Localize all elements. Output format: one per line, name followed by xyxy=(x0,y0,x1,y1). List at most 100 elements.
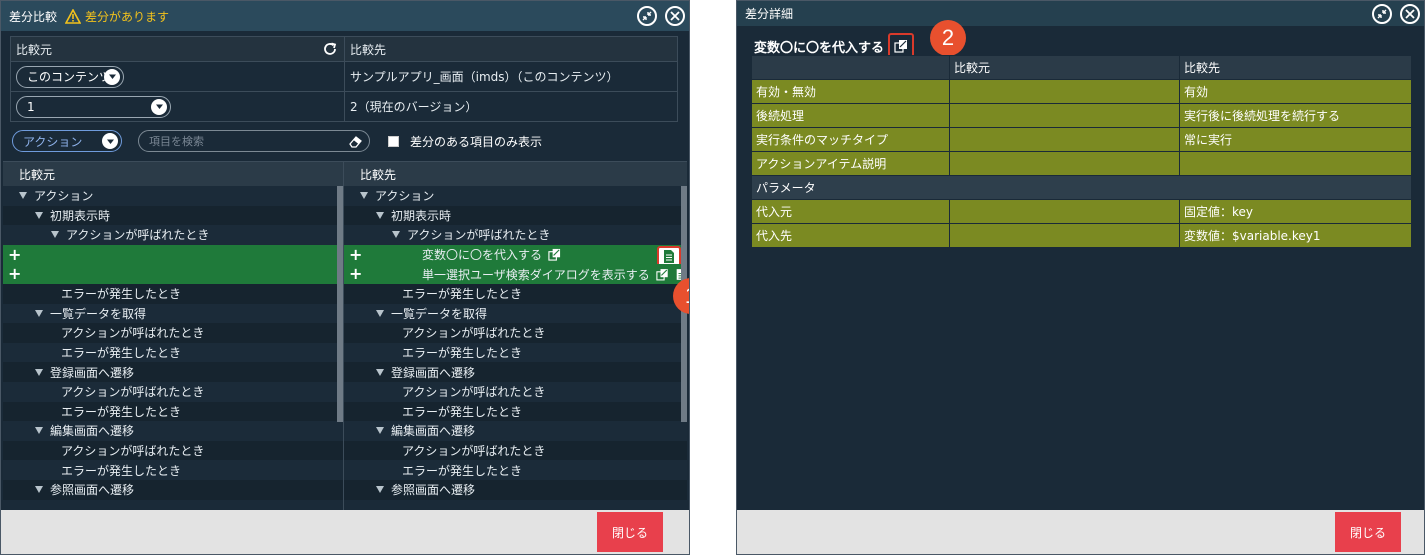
warning-text: 差分があります xyxy=(85,9,170,24)
tree-row[interactable]: アクションが呼ばれたとき xyxy=(344,225,687,245)
tree-row-label: アクションが呼ばれたとき xyxy=(402,326,546,341)
tree-row-label: エラーが発生したとき xyxy=(402,404,523,419)
search-input[interactable]: 項目を検索 xyxy=(138,130,370,152)
expand-triangle-icon[interactable] xyxy=(376,427,384,435)
detail-cell-name: 有効・無効 xyxy=(751,79,950,104)
close-button[interactable]: 閉じる xyxy=(1335,512,1401,552)
tree-row-label: エラーが発生したとき xyxy=(61,287,182,302)
detail-cell-name: 代入先 xyxy=(751,223,950,248)
plus-icon: + xyxy=(8,244,22,264)
tree-row[interactable]: アクションが呼ばれたとき xyxy=(3,381,343,402)
tree-row[interactable]: + xyxy=(3,264,343,284)
expand-triangle-icon[interactable] xyxy=(376,368,384,376)
diff-detail-window: 差分詳細 変数〇に〇を代入する 2 比較元 比較先 有効・無効 有効 後続処理 実行後… xyxy=(736,0,1425,555)
tree-row-label: エラーが発生したとき xyxy=(61,463,182,478)
tree-row[interactable]: + xyxy=(3,244,343,265)
diff-compare-window: 差分比較 差分があります 比較元 比較先 このコンテンツ サンプルアプリ_画面（… xyxy=(0,0,690,555)
detail-row: 有効・無効 有効 xyxy=(751,79,1412,104)
tree-row-label: アクションが呼ばれたとき xyxy=(402,385,546,400)
expand-triangle-icon[interactable] xyxy=(51,231,59,239)
expand-triangle-icon[interactable] xyxy=(19,192,27,200)
tree-row[interactable]: 一覧データを取得 xyxy=(344,303,687,324)
tree-row[interactable]: エラーが発生したとき xyxy=(3,283,343,304)
footer: 閉じる xyxy=(737,510,1424,554)
target-header: 比較先 xyxy=(350,42,387,57)
expand-triangle-icon[interactable] xyxy=(35,427,43,435)
warning-icon xyxy=(65,8,82,24)
tree-row[interactable]: + 単一選択ユーザ検索ダイアログを表示する xyxy=(344,264,687,284)
scrollbar[interactable] xyxy=(337,186,343,422)
tree-row[interactable]: エラーが発生したとき xyxy=(344,460,687,480)
detail-cell-source xyxy=(949,223,1180,248)
tree-row-label: 一覧データを取得 xyxy=(50,306,147,321)
plus-icon: + xyxy=(349,264,363,284)
tree-row[interactable]: 編集画面へ遷移 xyxy=(344,421,687,441)
tree-row[interactable]: エラーが発生したとき xyxy=(3,342,343,363)
tree-row[interactable]: 初期表示時 xyxy=(3,205,343,226)
diff-only-checkbox[interactable] xyxy=(388,135,399,147)
tree-row[interactable]: 初期表示時 xyxy=(344,205,687,226)
tree-row[interactable]: アクションが呼ばれたとき xyxy=(3,323,343,343)
col-name xyxy=(751,55,950,80)
tree-row[interactable]: アクションが呼ばれたとき xyxy=(3,440,343,461)
group-label: パラメータ xyxy=(751,175,1412,200)
detail-cell-name: 代入元 xyxy=(751,199,950,224)
close-icon[interactable] xyxy=(1400,4,1420,24)
tree-row[interactable]: 登録画面へ遷移 xyxy=(344,362,687,382)
tree-row[interactable]: エラーが発生したとき xyxy=(344,342,687,363)
close-button[interactable]: 閉じる xyxy=(597,512,663,552)
source-pane-header: 比較元 xyxy=(3,162,343,186)
col-source: 比較元 xyxy=(949,55,1180,80)
tree-row[interactable]: 参照画面へ遷移 xyxy=(3,479,343,500)
tree-row[interactable]: 一覧データを取得 xyxy=(3,303,343,324)
tree-row-label: エラーが発生したとき xyxy=(61,346,182,361)
expand-triangle-icon[interactable] xyxy=(35,486,43,494)
tree-row-label: 編集画面へ遷移 xyxy=(50,424,135,439)
chevron-down-icon xyxy=(104,68,120,85)
expand-triangle-icon[interactable] xyxy=(376,309,384,317)
tree-row[interactable]: エラーが発生したとき xyxy=(344,283,687,304)
tree-row[interactable]: 参照画面へ遷移 xyxy=(344,479,687,500)
item-type-select[interactable]: アクション xyxy=(12,130,122,152)
chevron-down-icon xyxy=(151,98,167,115)
footer: 閉じる xyxy=(1,510,689,554)
tree-row[interactable]: エラーが発生したとき xyxy=(3,460,343,480)
tree-row-label: 単一選択ユーザ検索ダイアログを表示する xyxy=(422,267,650,282)
expand-triangle-icon[interactable] xyxy=(360,192,368,200)
expand-triangle-icon[interactable] xyxy=(376,211,384,219)
detail-cell-source xyxy=(949,103,1180,128)
tree-row[interactable]: アクションが呼ばれたとき xyxy=(344,381,687,402)
diff-detail-table: 比較元 比較先 有効・無効 有効 後続処理 実行後に後続処理を続行する 実行条件のマッチ… xyxy=(751,55,1412,248)
tree-row-label: 初期表示時 xyxy=(391,208,452,223)
expand-triangle-icon[interactable] xyxy=(392,231,400,239)
detail-cell-source xyxy=(949,79,1180,104)
open-item-icon[interactable] xyxy=(548,248,561,261)
tree-row-label: アクションが呼ばれたとき xyxy=(61,385,205,400)
open-item-icon[interactable] xyxy=(656,268,669,281)
expand-triangle-icon[interactable] xyxy=(35,368,43,376)
tree-row-label: 編集画面へ遷移 xyxy=(391,424,476,439)
source-version-select[interactable]: 1 xyxy=(16,95,171,118)
source-content-select[interactable]: このコンテンツ xyxy=(16,65,124,88)
tree-row[interactable]: アクションが呼ばれたとき xyxy=(3,225,343,245)
tree-row-label: エラーが発生したとき xyxy=(61,404,182,419)
tree-row[interactable]: アクション xyxy=(344,186,687,206)
eraser-icon[interactable] xyxy=(348,134,363,149)
chevron-down-icon xyxy=(102,133,118,149)
tree-row[interactable]: エラーが発生したとき xyxy=(344,401,687,422)
detail-cell-name: 実行条件のマッチタイプ xyxy=(751,127,950,152)
tree-row[interactable]: エラーが発生したとき xyxy=(3,401,343,422)
tree-row[interactable]: アクション xyxy=(3,186,343,206)
tree-row[interactable]: アクションが呼ばれたとき xyxy=(344,323,687,343)
expand-triangle-icon[interactable] xyxy=(376,486,384,494)
tree-row[interactable]: + 変数〇に〇を代入する xyxy=(344,244,687,268)
tree-row[interactable]: 登録画面へ遷移 xyxy=(3,362,343,382)
minimize-icon[interactable] xyxy=(637,6,657,26)
expand-triangle-icon[interactable] xyxy=(35,309,43,317)
tree-row[interactable]: 編集画面へ遷移 xyxy=(3,421,343,441)
close-icon[interactable] xyxy=(665,6,685,26)
expand-triangle-icon[interactable] xyxy=(35,211,43,219)
minimize-icon[interactable] xyxy=(1372,4,1392,24)
tree-row[interactable]: アクションが呼ばれたとき xyxy=(344,440,687,461)
refresh-icon[interactable] xyxy=(322,41,338,57)
